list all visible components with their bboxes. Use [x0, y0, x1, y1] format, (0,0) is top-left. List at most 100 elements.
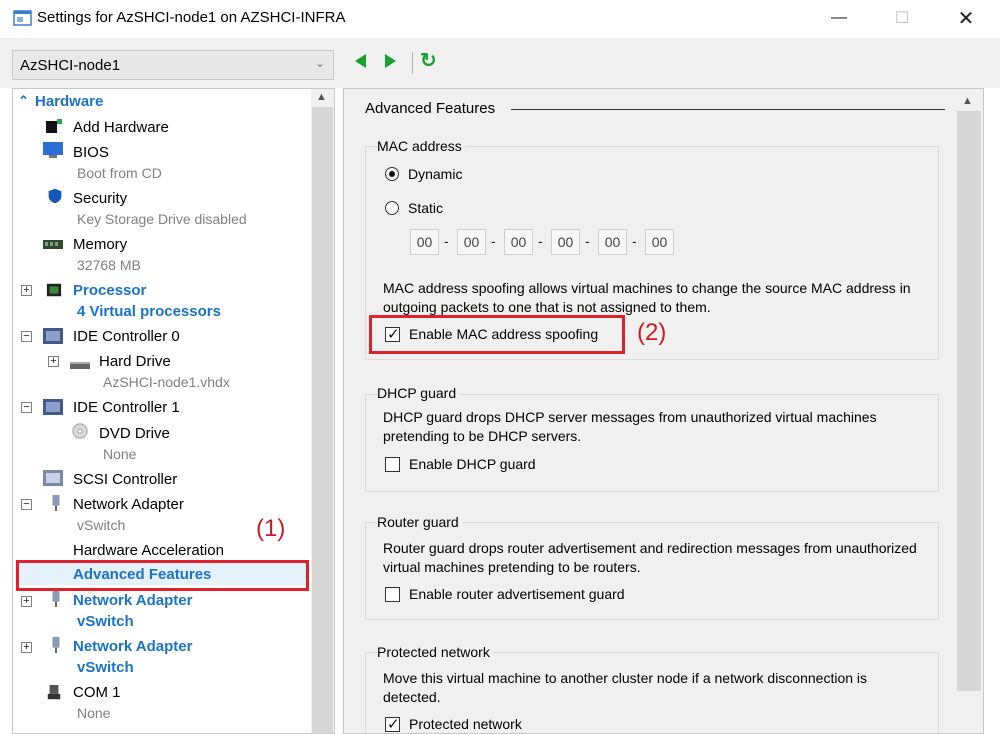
tree-item-ide-controller-0[interactable]: IDE Controller 0: [73, 328, 180, 345]
annotation-label-2: (2): [637, 319, 667, 346]
scsi-controller-icon: [43, 470, 63, 486]
collapse-icon[interactable]: ⌃: [18, 93, 29, 109]
mac-octet-field[interactable]: 00: [551, 229, 580, 255]
collapse-icon[interactable]: −: [21, 499, 32, 510]
mac-octet-field[interactable]: 00: [410, 229, 439, 255]
refresh-icon[interactable]: ↻: [420, 48, 437, 73]
title-bar: Settings for AzSHCI-node1 on AZSHCI-INFR…: [0, 0, 1000, 38]
tree-item-memory-detail: 32768 MB: [77, 257, 141, 273]
tree-item-bios-detail: Boot from CD: [77, 165, 162, 181]
tree-item-security-detail: Key Storage Drive disabled: [77, 211, 247, 227]
network-adapter-icon: [52, 495, 60, 511]
toolbar-divider: [412, 52, 413, 74]
tree-item-bios[interactable]: BIOS: [73, 144, 109, 161]
protected-network-description: Move this virtual machine to another clu…: [383, 670, 868, 705]
mac-octet-field[interactable]: 00: [645, 229, 674, 255]
network-adapter-icon: [52, 637, 60, 653]
tree-item-scsi-controller[interactable]: SCSI Controller: [73, 471, 177, 488]
tree-item-ide-controller-1[interactable]: IDE Controller 1: [73, 399, 180, 416]
tree-header-hardware[interactable]: Hardware: [35, 93, 103, 110]
router-guard-label[interactable]: Enable router advertisement guard: [409, 586, 625, 602]
expand-icon[interactable]: +: [48, 356, 59, 367]
title-divider: [511, 109, 945, 110]
static-radio-label[interactable]: Static: [408, 200, 443, 216]
vm-selector-dropdown[interactable]: AzSHCI-node1 ⌄: [12, 50, 334, 80]
dynamic-radio[interactable]: [385, 167, 399, 181]
mac-separator: -: [585, 233, 590, 249]
tree-item-com1[interactable]: COM 1: [73, 684, 121, 701]
mac-separator: -: [444, 233, 449, 249]
protected-network-label[interactable]: Protected network: [409, 716, 522, 732]
mac-octet-field[interactable]: 00: [504, 229, 533, 255]
minimize-button[interactable]: —: [816, 2, 862, 34]
tree-scrollbar-thumb[interactable]: [312, 107, 333, 733]
tree-item-dvd-drive[interactable]: DVD Drive: [99, 425, 170, 442]
highlight-box-mac-spoofing: [369, 315, 625, 354]
group-title-protected-network: Protected network: [377, 644, 493, 660]
mac-spoofing-description: MAC address spoofing allows virtual mach…: [383, 280, 911, 315]
forward-arrow-icon[interactable]: [385, 54, 396, 68]
mac-octet-field[interactable]: 00: [598, 229, 627, 255]
dhcp-guard-description: DHCP guard drops DHCP server messages fr…: [383, 409, 877, 444]
expand-icon[interactable]: +: [21, 596, 32, 607]
close-button[interactable]: ✕: [943, 2, 989, 34]
tree-item-hard-drive[interactable]: Hard Drive: [99, 353, 171, 370]
back-arrow-icon[interactable]: [355, 54, 366, 68]
tree-item-processor-detail: 4 Virtual processors: [77, 303, 221, 320]
tree-item-network-adapter-2-detail: vSwitch: [77, 613, 134, 630]
mac-separator: -: [491, 233, 496, 249]
shield-icon: [48, 188, 62, 204]
annotation-label-1: (1): [256, 515, 286, 542]
tree-item-hard-drive-detail: AzSHCI-node1.vhdx: [103, 374, 230, 390]
ide-controller-icon: [43, 328, 63, 344]
vm-selector-value: AzSHCI-node1: [20, 57, 121, 74]
settings-window-icon: [13, 10, 32, 26]
tree-item-network-adapter[interactable]: Network Adapter: [73, 496, 184, 513]
add-hardware-icon: [46, 119, 62, 133]
expand-icon[interactable]: +: [21, 642, 32, 653]
dhcp-guard-checkbox[interactable]: [385, 457, 400, 472]
router-guard-description: Router guard drops router advertisement …: [383, 540, 917, 575]
scroll-up-icon[interactable]: ▲: [316, 91, 327, 103]
protected-network-checkbox[interactable]: ✓: [385, 716, 400, 733]
group-title-mac-address: MAC address: [377, 138, 465, 154]
processor-icon: [46, 283, 62, 297]
mac-octet-field[interactable]: 00: [457, 229, 486, 255]
checkmark-icon: ✓: [387, 716, 400, 733]
collapse-icon[interactable]: −: [21, 331, 32, 342]
tree-item-security[interactable]: Security: [73, 190, 127, 207]
tree-item-network-adapter-2[interactable]: Network Adapter: [73, 592, 192, 609]
tree-item-add-hardware[interactable]: Add Hardware: [73, 119, 169, 136]
tree-item-com1-detail: None: [77, 705, 111, 721]
dvd-drive-icon: [72, 423, 88, 439]
page-title: Advanced Features: [365, 100, 496, 117]
highlight-box-advanced-features: [16, 560, 309, 591]
collapse-icon[interactable]: −: [21, 402, 32, 413]
tree-item-network-adapter-detail: vSwitch: [77, 517, 126, 533]
window-title: Settings for AzSHCI-node1 on AZSHCI-INFR…: [37, 9, 346, 26]
dynamic-radio-label[interactable]: Dynamic: [408, 166, 462, 182]
hard-drive-icon: [70, 362, 90, 369]
static-radio[interactable]: [385, 201, 399, 215]
chevron-down-icon: ⌄: [314, 56, 325, 70]
group-title-router-guard: Router guard: [377, 514, 462, 530]
settings-panel: ▲ Advanced Features MAC address Dynamic …: [343, 88, 984, 734]
maximize-button[interactable]: ☐: [879, 2, 925, 34]
ide-controller-icon: [43, 399, 63, 415]
mac-separator: -: [538, 233, 543, 249]
expand-icon[interactable]: +: [21, 285, 32, 296]
scroll-up-icon[interactable]: ▲: [962, 95, 973, 107]
router-guard-checkbox[interactable]: [385, 587, 400, 602]
hardware-tree: ▲ ⌃ Hardware Add Hardware BIOS Boot from…: [12, 88, 335, 734]
tree-item-network-adapter-3[interactable]: Network Adapter: [73, 638, 192, 655]
panel-scrollbar-thumb[interactable]: [957, 111, 981, 691]
com-port-icon: [47, 685, 61, 700]
tree-item-dvd-drive-detail: None: [103, 446, 137, 462]
tree-item-network-adapter-3-detail: vSwitch: [77, 659, 134, 676]
tree-item-hardware-acceleration[interactable]: Hardware Acceleration: [73, 542, 224, 559]
dhcp-guard-label[interactable]: Enable DHCP guard: [409, 456, 536, 472]
tree-item-processor[interactable]: Processor: [73, 282, 146, 299]
tree-item-memory[interactable]: Memory: [73, 236, 127, 253]
memory-icon: [43, 240, 63, 249]
group-title-dhcp-guard: DHCP guard: [377, 385, 460, 401]
